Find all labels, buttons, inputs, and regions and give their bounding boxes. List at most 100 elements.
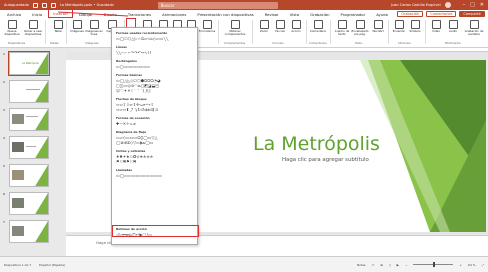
thumbnail-number: 7	[3, 220, 5, 224]
thumbnail[interactable]	[9, 220, 49, 243]
thumbnail[interactable]	[9, 108, 49, 131]
tab-dibujar[interactable]: Dibujar	[75, 10, 97, 18]
thumbnail-item[interactable]: 4	[3, 136, 49, 159]
shapes-row[interactable]: ⇨⇨⬄⬍⤴⤵↻↺⇉⇇⇶⤨	[116, 108, 194, 112]
shapes-row[interactable]: ⇨⇦⇧⇩⇔⇕✢⤷⤶↩↪⇪	[116, 103, 194, 107]
fit-slide-icon[interactable]: ⤢	[482, 263, 484, 267]
thumbnail[interactable]	[9, 136, 49, 159]
shapes-row[interactable]: ◯⊗⊕⧖◇▽▭◗⌓◯▭	[116, 141, 194, 145]
minimize-icon[interactable]: –	[463, 2, 466, 8]
thumbnail-item[interactable]: 7	[3, 220, 49, 243]
status-right: Notas ▭ ⊞ ▯ ▶ − + 64 % ⤢	[357, 262, 484, 267]
new-slide-button[interactable]: Nueva diapositiva	[2, 18, 22, 36]
separator	[306, 20, 307, 44]
save-icon[interactable]	[32, 2, 38, 8]
slideshow-icon[interactable]: ▶	[397, 263, 399, 267]
thumbnail[interactable]	[9, 164, 49, 187]
shapes-row[interactable]: ▢◫▭◎⊘◠⌓◻◩◪⬓◰	[116, 84, 194, 88]
zoom-knob[interactable]	[433, 262, 435, 267]
group-label: Multimedia	[445, 41, 461, 45]
header-footer-button[interactable]: Encabezado pie pág.	[350, 18, 370, 36]
slide-subtitle[interactable]: Haga clic para agregar subtítulo	[282, 157, 369, 163]
ribbon-tabs: Archivo Inicio Insertar Dibujar Diseño T…	[0, 9, 488, 19]
zoom-out-icon[interactable]: −	[405, 263, 408, 267]
shapes-row[interactable]: ✷✸✦★✩✪✫✬✭✮✯	[116, 155, 194, 159]
tab-presentacion[interactable]: Presentación con diapositivas	[193, 10, 257, 18]
shapes-row[interactable]: ▭▢▭▭▭▭▭▭▭	[116, 65, 194, 69]
video-label: Vídeo	[432, 29, 440, 33]
reuse-slides-button[interactable]: Volver a usar diapositivas	[23, 18, 43, 36]
shapes-row[interactable]: ☺♡✦☀☾⌒⌒{}[]	[116, 89, 194, 93]
screen-record-button[interactable]: Grabación de pantalla	[462, 18, 486, 36]
online-images-button[interactable]: Imágenes en línea	[84, 18, 104, 36]
autosave-label[interactable]: Autoguardado	[4, 3, 29, 7]
thumbnail-item[interactable]: 6	[3, 192, 49, 215]
shapes-row[interactable]: ▭◯⬠⬡△▷☆⬭▱⬦⌂◇▭▭╲╲	[116, 37, 194, 41]
tab-programador[interactable]: Programador	[337, 10, 370, 18]
tab-revisar[interactable]: Revisar	[261, 10, 283, 18]
thumbnail-item[interactable]: 3	[3, 108, 49, 131]
thumbnail[interactable]	[9, 80, 49, 103]
shapes-row[interactable]: ▭◯△◺◇⬠⬡⬢⭘⭘⭘◔◕	[116, 79, 194, 83]
zoom-level[interactable]: 64 %	[468, 263, 476, 267]
record-button[interactable]: Grabación	[397, 11, 424, 17]
zoom-in-icon[interactable]: +	[459, 263, 462, 267]
tab-diseno[interactable]: Diseño	[100, 10, 121, 18]
tab-inicio[interactable]: Inicio	[28, 10, 46, 18]
shapes-row[interactable]: ╲╲⌐⌐⌐↷↷↶⤳∿⌇⌇	[116, 51, 194, 55]
comments-button[interactable]: Comentarios	[426, 11, 457, 17]
shapes-row[interactable]: ▭◯▭▭▭▭▭▭▭▭▭▭	[116, 174, 194, 178]
group-label: Imágenes	[85, 41, 99, 45]
user-name[interactable]: Juan Carlos Castillo Esquivel	[391, 3, 440, 7]
symbol-button[interactable]: Símbolo	[405, 18, 425, 33]
close-icon[interactable]: ✕	[480, 2, 484, 8]
thumbnail-photo	[12, 170, 24, 180]
shapes-row[interactable]: ▭▱◇▭▭▭⬭⬯◯▭▽△	[116, 136, 194, 140]
search-box[interactable]: Buscar	[157, 1, 278, 9]
sorter-view-icon[interactable]: ⊞	[380, 263, 383, 267]
zoom-slider[interactable]	[413, 262, 454, 267]
wordart-button[interactable]: WordArt	[368, 18, 388, 33]
maximize-icon[interactable]: □	[470, 2, 475, 8]
language-indicator[interactable]: Español (España)	[39, 263, 65, 267]
reading-view-icon[interactable]: ▯	[389, 263, 391, 267]
tab-vista[interactable]: Vista	[286, 10, 303, 18]
thumbnail[interactable]	[9, 192, 49, 215]
notes-toggle[interactable]: Notas	[357, 263, 366, 267]
section-title: Formas básicas	[116, 73, 143, 77]
table-button[interactable]: Tabla	[48, 18, 68, 33]
comment-button[interactable]: Comentario	[308, 18, 328, 33]
redo-icon[interactable]	[50, 2, 56, 8]
thumbnail-number: 2	[3, 80, 5, 84]
group-label: Tablas	[50, 41, 59, 45]
thumbnail[interactable]: La Metrópolis	[8, 51, 50, 76]
action-button[interactable]: Acción	[286, 18, 306, 33]
thumbnail-item[interactable]: 2	[3, 80, 49, 103]
tab-transiciones[interactable]: Transiciones	[124, 10, 155, 18]
forms-button[interactable]: Formularios	[197, 18, 217, 33]
tab-insertar[interactable]: Insertar	[48, 9, 74, 19]
section-title: Llamadas	[116, 168, 133, 172]
normal-view-icon[interactable]: ▭	[372, 263, 375, 267]
shapes-gallery: Formas usadas recientemente ▭◯⬠⬡△▷☆⬭▱⬦⌂◇…	[111, 27, 198, 245]
tab-archivo[interactable]: Archivo	[3, 10, 25, 18]
thumbnail-item[interactable]: 5	[3, 164, 49, 187]
shapes-row[interactable]: ✚−✕÷=≠	[116, 122, 194, 126]
wordart-label: WordArt	[372, 29, 384, 33]
avatar[interactable]	[444, 2, 451, 8]
undo-icon[interactable]	[41, 2, 47, 8]
section-title: Diagrama de flujo	[116, 130, 147, 134]
video-icon	[431, 20, 441, 29]
shapes-row[interactable]: ⚑⚐⛿⚑⚐⛿	[116, 160, 194, 164]
thumbnail-item[interactable]: 1 La Metrópolis	[3, 51, 50, 76]
get-addins-button[interactable]: Obtener complementos	[220, 18, 250, 36]
slide-title[interactable]: La Metrópolis	[253, 133, 380, 155]
tab-animaciones[interactable]: Animaciones	[158, 10, 190, 18]
share-button[interactable]: Compartir	[459, 11, 485, 17]
audio-button[interactable]: Audio	[443, 18, 463, 33]
tab-ayuda[interactable]: Ayuda	[372, 10, 392, 18]
link-label: Vínculo	[274, 29, 286, 33]
textbox-button[interactable]: Cuadro de texto	[332, 18, 352, 36]
tab-grabacion[interactable]: Grabación	[306, 10, 333, 18]
group-label: Texto	[355, 41, 363, 45]
